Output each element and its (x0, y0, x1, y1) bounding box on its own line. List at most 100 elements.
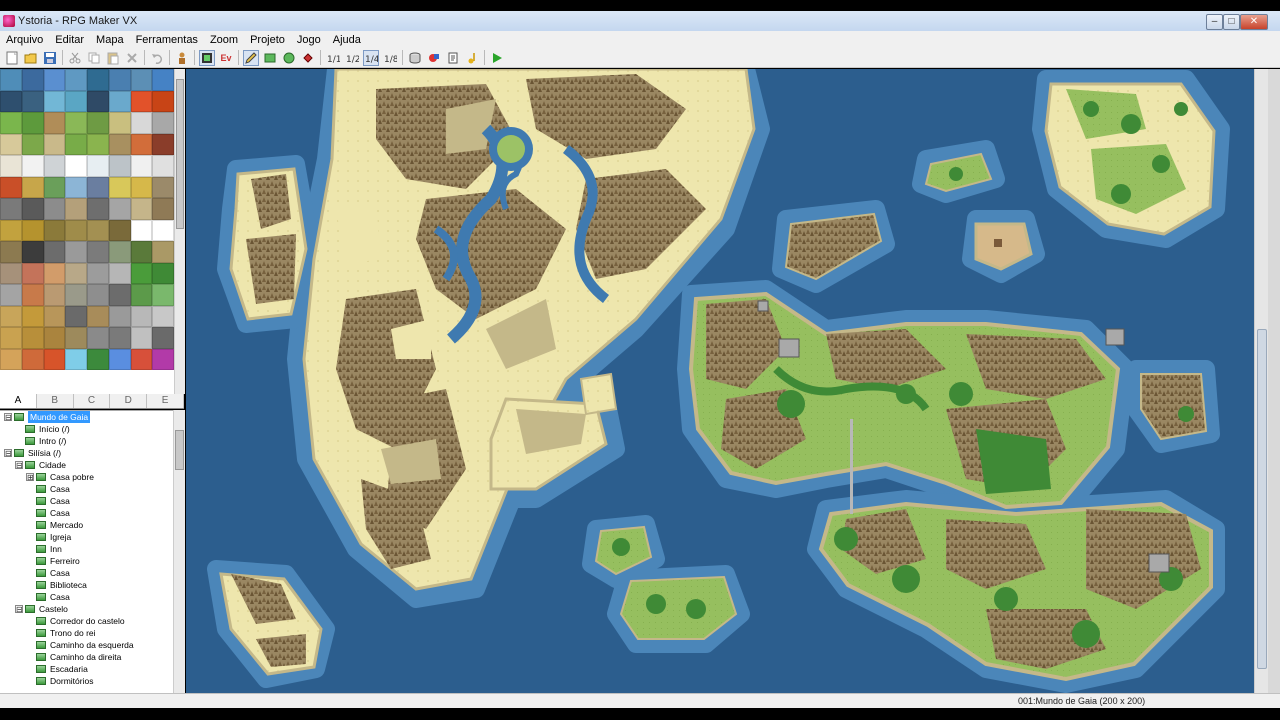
layer-map-icon[interactable] (199, 49, 215, 66)
tile[interactable] (0, 262, 22, 284)
delete-icon[interactable] (124, 50, 140, 66)
close-button[interactable]: ✕ (1240, 14, 1268, 30)
tile[interactable] (130, 198, 153, 220)
tile[interactable] (43, 176, 66, 198)
save-icon[interactable] (42, 50, 58, 66)
sound-test-icon[interactable] (464, 50, 480, 66)
tile[interactable] (21, 90, 44, 112)
tile[interactable] (21, 133, 44, 155)
tile[interactable] (21, 327, 44, 349)
tile[interactable] (108, 305, 131, 327)
tile[interactable] (108, 90, 131, 112)
tile[interactable] (65, 69, 87, 91)
map-tree-item[interactable]: Casa (0, 591, 173, 603)
tile[interactable] (65, 262, 87, 284)
map-tree-item[interactable]: Escadaria (0, 663, 173, 675)
tile[interactable] (21, 262, 44, 284)
tile[interactable] (108, 284, 131, 306)
map-tree-item[interactable]: Casa (0, 567, 173, 579)
tile[interactable] (108, 112, 131, 134)
cut-icon[interactable] (67, 50, 83, 66)
tile[interactable] (0, 112, 22, 134)
map-tree-scrollbar-thumb[interactable] (175, 430, 184, 470)
tile[interactable] (21, 219, 44, 241)
map-tree-item[interactable]: Início (/) (0, 423, 173, 435)
tile[interactable] (65, 198, 87, 220)
tile[interactable] (152, 305, 174, 327)
map-tree-item[interactable]: Biblioteca (0, 579, 173, 591)
tileset-scrollbar-thumb[interactable] (176, 79, 184, 229)
map-scrollbar-thumb[interactable] (1257, 329, 1267, 669)
tile[interactable] (43, 90, 66, 112)
tile[interactable] (0, 219, 22, 241)
tileset-palette[interactable] (0, 69, 174, 394)
map-tree-item[interactable]: Casa (0, 483, 173, 495)
layer-event-icon[interactable]: Ev (218, 50, 234, 66)
tile[interactable] (87, 262, 109, 284)
expand-toggle-icon[interactable]: ⊟ (15, 461, 23, 470)
tile[interactable] (108, 327, 131, 349)
menu-editar[interactable]: Editar (49, 34, 90, 46)
tile[interactable] (130, 284, 153, 306)
tile[interactable] (43, 69, 66, 91)
tile[interactable] (43, 348, 66, 370)
script-editor-icon[interactable] (445, 50, 461, 66)
character-icon[interactable] (174, 50, 190, 66)
map-tree-item[interactable]: Caminho da direita (0, 651, 173, 663)
tile[interactable] (0, 133, 22, 155)
tile[interactable] (108, 219, 131, 241)
tile[interactable] (152, 219, 174, 241)
tile[interactable] (152, 262, 174, 284)
open-project-icon[interactable] (23, 50, 39, 66)
map-tree-item[interactable]: Inn (0, 543, 173, 555)
tile[interactable] (43, 305, 66, 327)
tile[interactable] (152, 198, 174, 220)
fill-icon[interactable] (300, 50, 316, 66)
material-icon[interactable] (426, 50, 442, 66)
maximize-button[interactable]: □ (1223, 14, 1240, 30)
menu-projeto[interactable]: Projeto (244, 34, 291, 46)
tile[interactable] (152, 241, 174, 263)
tile[interactable] (152, 348, 174, 370)
tile[interactable] (43, 155, 66, 177)
tile[interactable] (65, 90, 87, 112)
tile[interactable] (152, 133, 174, 155)
tile[interactable] (65, 176, 87, 198)
zoom-1-8-icon[interactable]: 1/8 (382, 50, 398, 66)
tile[interactable] (152, 112, 174, 134)
tile[interactable] (152, 90, 174, 112)
tile[interactable] (152, 284, 174, 306)
map-tree-item[interactable]: Trono do rei (0, 627, 173, 639)
map-tree-item[interactable]: ⊞ Casa pobre (0, 471, 173, 483)
tile[interactable] (21, 112, 44, 134)
tile[interactable] (43, 327, 66, 349)
tile[interactable] (65, 241, 87, 263)
tile[interactable] (108, 198, 131, 220)
zoom-1-4-icon[interactable]: 1/4 (363, 49, 379, 66)
expand-toggle-icon[interactable]: ⊞ (26, 473, 34, 482)
tile[interactable] (87, 327, 109, 349)
tile[interactable] (65, 284, 87, 306)
tile[interactable] (65, 112, 87, 134)
tab-d[interactable]: D (110, 394, 148, 408)
tile[interactable] (0, 241, 22, 263)
playtest-icon[interactable] (489, 50, 505, 66)
tile[interactable] (108, 69, 131, 91)
map-tree-item[interactable]: Casa (0, 507, 173, 519)
tile[interactable] (108, 241, 131, 263)
tile[interactable] (130, 348, 153, 370)
ellipse-icon[interactable] (281, 50, 297, 66)
tile[interactable] (0, 90, 22, 112)
database-icon[interactable] (407, 50, 423, 66)
tile[interactable] (21, 69, 44, 91)
tile[interactable] (108, 176, 131, 198)
tile[interactable] (65, 155, 87, 177)
tile[interactable] (43, 241, 66, 263)
tile[interactable] (152, 176, 174, 198)
tile[interactable] (130, 305, 153, 327)
tile[interactable] (43, 198, 66, 220)
tile[interactable] (0, 155, 22, 177)
map-tree-item[interactable]: Corredor do castelo (0, 615, 173, 627)
tile[interactable] (130, 112, 153, 134)
map-tree-item[interactable]: Mercado (0, 519, 173, 531)
